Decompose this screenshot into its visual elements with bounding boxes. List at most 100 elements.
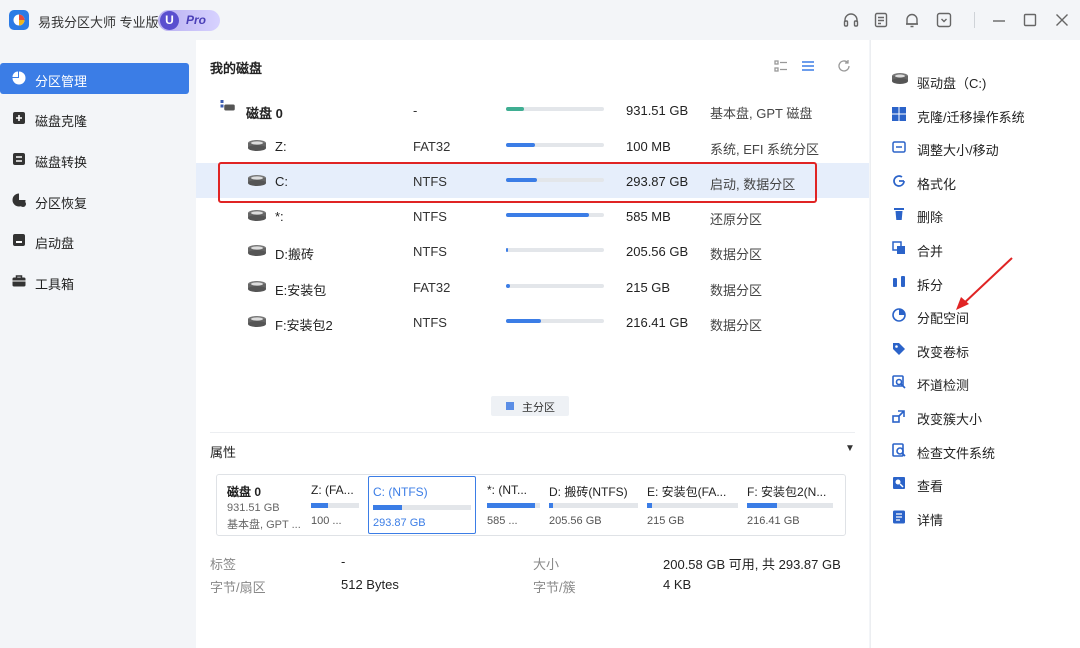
sidebar-item-partition-manager[interactable]: 分区管理: [0, 63, 189, 94]
list-view-icon[interactable]: [774, 59, 788, 73]
pro-badge-u: U: [160, 11, 179, 30]
close-icon[interactable]: [1053, 11, 1071, 29]
partition-name: *:: [275, 209, 284, 224]
disk-map-disk[interactable]: 磁盘 0 931.51 GB 基本盘, GPT ...: [227, 475, 307, 535]
disk-map-partition[interactable]: Z: (FA... 100 ...: [311, 475, 363, 535]
cluster-icon: [891, 408, 907, 424]
sidebar-item-boot-disk[interactable]: 启动盘: [0, 225, 189, 256]
disk-map-partition-title: D: 搬砖(NTFS): [549, 485, 628, 499]
convert-icon: [11, 151, 27, 167]
disk-row[interactable]: 磁盘 0 - 931.51 GB 基本盘, GPT 磁盘: [196, 92, 869, 127]
action-windows[interactable]: 克隆/迁移操作系统: [871, 100, 1080, 128]
sidebar-item-label: 磁盘克隆: [35, 114, 88, 129]
collapse-arrow-icon[interactable]: ▼: [845, 443, 855, 454]
disk-map-usage-bar: [647, 503, 738, 508]
disk-map-usage-fill: [647, 503, 652, 508]
action-tag[interactable]: 改变卷标: [871, 335, 1080, 363]
action-label: 改变卷标: [917, 344, 970, 360]
sidebar-item-partition-recovery[interactable]: 分区恢复: [0, 185, 189, 216]
partition-name: Z:: [275, 139, 287, 154]
action-label: 调整大小/移动: [917, 143, 999, 159]
trash-icon: [891, 206, 907, 222]
action-view[interactable]: 查看: [871, 469, 1080, 497]
sidebar-item-disk-convert[interactable]: 磁盘转换: [0, 144, 189, 175]
action-format[interactable]: 格式化: [871, 167, 1080, 195]
partition-disk-icon: [248, 316, 266, 327]
disk-map-partition[interactable]: E: 安装包(FA... 215 GB: [647, 475, 742, 535]
partition-disk-icon: [248, 245, 266, 256]
minimize-icon[interactable]: [990, 11, 1008, 29]
action-scan[interactable]: 坏道检测: [871, 368, 1080, 396]
sidebar: 分区管理 磁盘克隆 磁盘转换 分区恢复 启动盘 工具箱: [0, 40, 196, 648]
partition-row[interactable]: *: NTFS 585 MB 还原分区: [196, 198, 869, 233]
prop-cluster-key: 字节/簇: [533, 580, 576, 595]
partition-row[interactable]: E:安装包 FAT32 215 GB 数据分区: [196, 269, 869, 304]
pro-badge-label: Pro: [186, 13, 207, 27]
headset-icon[interactable]: [842, 11, 860, 29]
action-label: 拆分: [917, 277, 944, 293]
action-resize[interactable]: 调整大小/移动: [871, 133, 1080, 161]
split-icon: [891, 274, 907, 290]
action-label: 改变簇大小: [917, 412, 983, 427]
disk-size: 931.51 GB: [626, 103, 689, 118]
disk-map-usage-fill: [311, 503, 328, 508]
partition-info: 数据分区: [710, 318, 763, 333]
partition-row[interactable]: F:安装包2 NTFS 216.41 GB 数据分区: [196, 304, 869, 339]
action-details[interactable]: 详情: [871, 503, 1080, 531]
prop-label-value: -: [341, 554, 346, 569]
detail-view-icon[interactable]: [801, 59, 815, 73]
disk-map-usage-bar: [747, 503, 833, 508]
action-trash[interactable]: 删除: [871, 200, 1080, 228]
resize-icon: [891, 139, 907, 155]
partition-size: 205.56 GB: [626, 244, 689, 259]
partition-info: 数据分区: [710, 283, 763, 298]
sidebar-item-toolbox[interactable]: 工具箱: [0, 266, 189, 297]
check-fs-icon: [891, 442, 907, 458]
disk-usage-fill: [506, 107, 524, 111]
partition-usage-fill: [506, 143, 536, 147]
disk-map-partition-size: 100 ...: [311, 515, 342, 527]
prop-size-value: 200.58 GB 可用, 共 293.87 GB: [663, 557, 841, 572]
action-label: 格式化: [917, 176, 957, 192]
partition-row[interactable]: Z: FAT32 100 MB 系统, EFI 系统分区: [196, 128, 869, 163]
partition-row[interactable]: D:搬砖 NTFS 205.56 GB 数据分区: [196, 233, 869, 268]
windows-icon: [891, 106, 907, 122]
partition-usage-bar: [506, 248, 604, 252]
disk-map-disk-name: 磁盘 0: [227, 485, 262, 499]
prop-sector-value: 512 Bytes: [341, 577, 399, 592]
titlebar-separator: [974, 12, 975, 28]
dropdown-box-icon[interactable]: [935, 11, 953, 29]
partition-usage-fill: [506, 213, 590, 217]
action-drive[interactable]: 驱动盘（C:): [871, 66, 1080, 94]
sidebar-item-disk-clone[interactable]: 磁盘克隆: [0, 103, 189, 134]
prop-label-key: 标签: [210, 557, 237, 572]
note-icon[interactable]: [872, 11, 890, 29]
disk-map-partition-size: 205.56 GB: [549, 515, 602, 527]
partition-info: 还原分区: [710, 212, 763, 227]
allocate-icon: [891, 307, 907, 323]
disk-map-partition[interactable]: *: (NT... 585 ...: [487, 475, 544, 535]
app-title: 易我分区大师 专业版: [38, 15, 159, 30]
prop-sector-key: 字节/扇区: [210, 580, 266, 595]
disk-map-partition[interactable]: F: 安装包2(N... 216.41 GB: [747, 475, 837, 535]
action-label: 检查文件系统: [917, 445, 996, 461]
partition-usage-fill: [506, 248, 508, 252]
action-label: 克隆/迁移操作系统: [917, 109, 1025, 125]
maximize-icon[interactable]: [1021, 11, 1039, 29]
refresh-icon[interactable]: [837, 59, 851, 73]
disk-map-partition-title: E: 安装包(FA...: [647, 485, 727, 499]
action-cluster[interactable]: 改变簇大小: [871, 402, 1080, 430]
disk-map-partition[interactable]: C: (NTFS) 293.87 GB: [368, 476, 476, 534]
partition-usage-bar: [506, 319, 604, 323]
action-check-fs[interactable]: 检查文件系统: [871, 436, 1080, 464]
disk-map-partition[interactable]: D: 搬砖(NTFS) 205.56 GB: [549, 475, 642, 535]
disk-map-partition-title: C: (NTFS): [373, 485, 428, 499]
partition-disk-icon: [248, 210, 266, 221]
partition-name: D:搬砖: [275, 247, 315, 262]
disk-icon: [220, 100, 235, 111]
action-label: 合并: [917, 244, 944, 259]
legend-primary-partition: 主分区: [491, 396, 569, 416]
pro-badge[interactable]: U Pro: [158, 10, 220, 31]
merge-icon: [891, 240, 907, 256]
bell-icon[interactable]: [903, 11, 921, 29]
